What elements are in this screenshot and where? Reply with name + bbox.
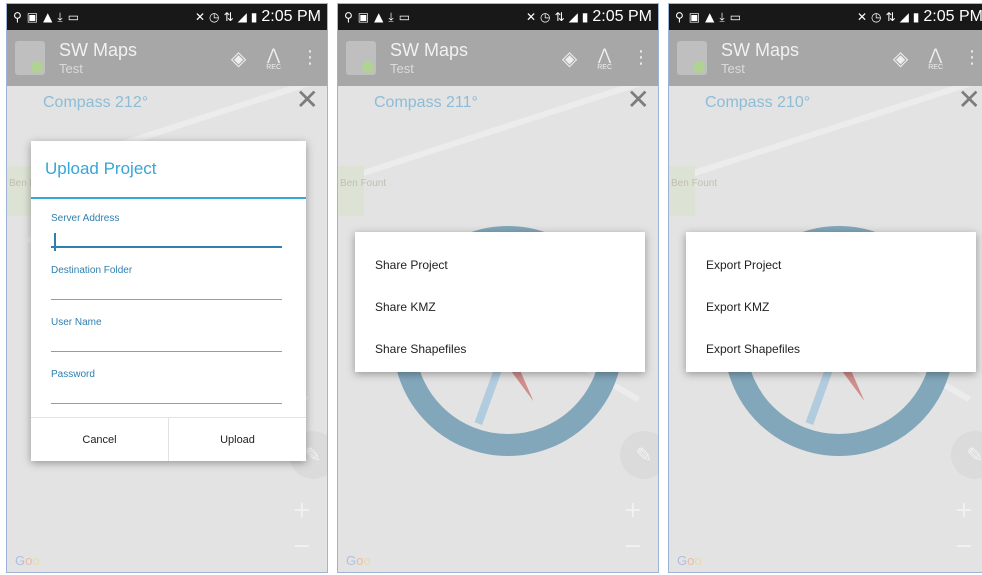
keyboard-icon: ▭ [729,10,742,24]
dialog-title: Upload Project [31,141,306,199]
download-icon: ⤓ [719,10,725,24]
download-icon: ⤓ [388,10,394,24]
location-icon: ⚲ [344,10,353,24]
battery-icon: ▮ [912,10,920,24]
share-kmz-item[interactable]: Share KMZ [355,286,645,328]
status-time: 2:05 PM [261,8,321,25]
network-4g-icon: ⇅ [554,10,565,24]
location-icon: ⚲ [675,10,684,24]
drive-icon: ▲ [374,10,384,24]
alarm-icon: ◷ [540,10,551,24]
dialog-button-bar: Cancel Upload [31,417,306,461]
share-project-item[interactable]: Share Project [355,244,645,286]
location-icon: ⚲ [13,10,22,24]
alarm-icon: ◷ [209,10,220,24]
server-address-input[interactable] [51,224,282,248]
status-time: 2:05 PM [592,8,652,25]
status-bar: ⚲ ▣ ▲ ⤓ ▭ ✕ ◷ ⇅ ◢ ▮ 2:05 PM [7,4,327,30]
signal-icon: ◢ [899,10,909,24]
keyboard-icon: ▭ [398,10,411,24]
text-caret [54,233,56,251]
export-kmz-item[interactable]: Export KMZ [686,286,976,328]
status-time: 2:05 PM [923,8,982,25]
export-menu: Export Project Export KMZ Export Shapefi… [686,232,976,372]
image-icon: ▣ [688,10,701,24]
destination-folder-label: Destination Folder [51,265,133,276]
signal-icon: ◢ [568,10,578,24]
mute-icon: ✕ [194,10,206,24]
cancel-button[interactable]: Cancel [31,418,168,461]
phone-screen-upload: ⚲ ▣ ▲ ⤓ ▭ ✕ ◷ ⇅ ◢ ▮ 2:05 PM SW Maps Test… [6,3,328,573]
destination-folder-field-group: Destination Folder [31,251,306,303]
export-project-item[interactable]: Export Project [686,244,976,286]
user-name-label: User Name [51,317,102,328]
battery-icon: ▮ [250,10,258,24]
password-input[interactable] [51,380,282,404]
destination-folder-input[interactable] [51,276,282,300]
download-icon: ⤓ [57,10,63,24]
keyboard-icon: ▭ [67,10,80,24]
server-address-label: Server Address [51,213,120,224]
password-label: Password [51,369,95,380]
image-icon: ▣ [357,10,370,24]
export-shapefiles-item[interactable]: Export Shapefiles [686,328,976,370]
status-bar: ⚲ ▣ ▲ ⤓ ▭ ✕ ◷ ⇅ ◢ ▮ 2:05 PM [338,4,658,30]
user-name-field-group: User Name [31,303,306,355]
share-menu: Share Project Share KMZ Share Shapefiles [355,232,645,372]
network-4g-icon: ⇅ [223,10,234,24]
image-icon: ▣ [26,10,39,24]
share-shapefiles-item[interactable]: Share Shapefiles [355,328,645,370]
user-name-input[interactable] [51,328,282,352]
password-field-group: Password [31,355,306,407]
drive-icon: ▲ [705,10,715,24]
mute-icon: ✕ [856,10,868,24]
status-bar: ⚲ ▣ ▲ ⤓ ▭ ✕ ◷ ⇅ ◢ ▮ 2:05 PM [669,4,982,30]
server-address-field-group: Server Address [31,199,306,251]
battery-icon: ▮ [581,10,589,24]
phone-screen-export: ⚲ ▣ ▲ ⤓ ▭ ✕ ◷ ⇅ ◢ ▮ 2:05 PM SW Maps Test… [668,3,982,573]
mute-icon: ✕ [525,10,537,24]
upload-button[interactable]: Upload [168,418,306,461]
drive-icon: ▲ [43,10,53,24]
alarm-icon: ◷ [871,10,882,24]
signal-icon: ◢ [237,10,247,24]
network-4g-icon: ⇅ [885,10,896,24]
phone-screen-share: ⚲ ▣ ▲ ⤓ ▭ ✕ ◷ ⇅ ◢ ▮ 2:05 PM SW Maps Test… [337,3,659,573]
upload-project-dialog: Upload Project Server Address Destinatio… [31,141,306,461]
